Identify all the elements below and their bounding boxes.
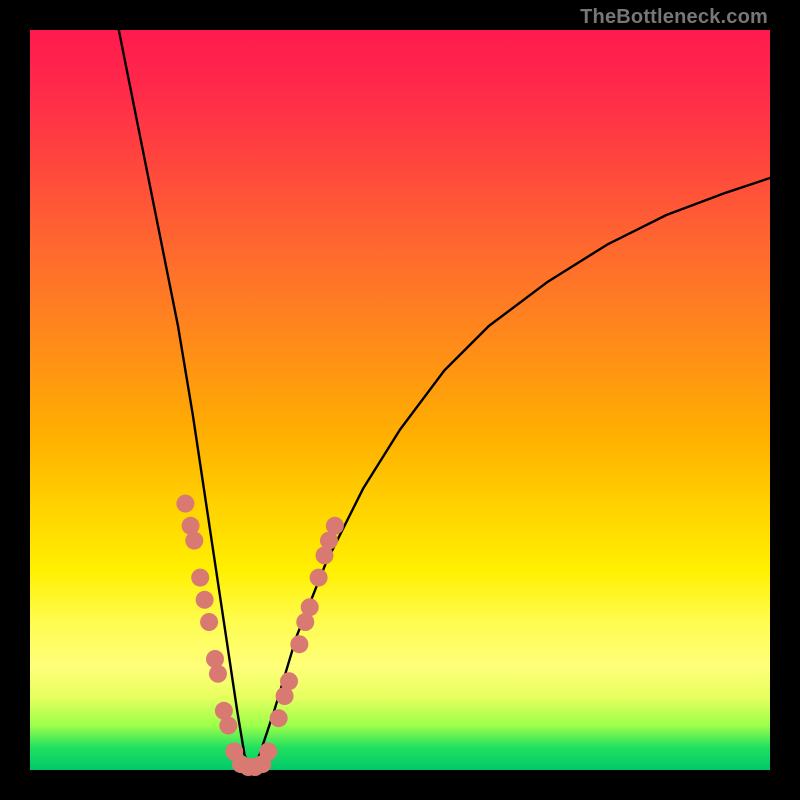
chart-outer-frame: TheBottleneck.com: [0, 0, 800, 800]
chart-plot-area: [30, 30, 770, 770]
watermark-text: TheBottleneck.com: [580, 6, 768, 29]
